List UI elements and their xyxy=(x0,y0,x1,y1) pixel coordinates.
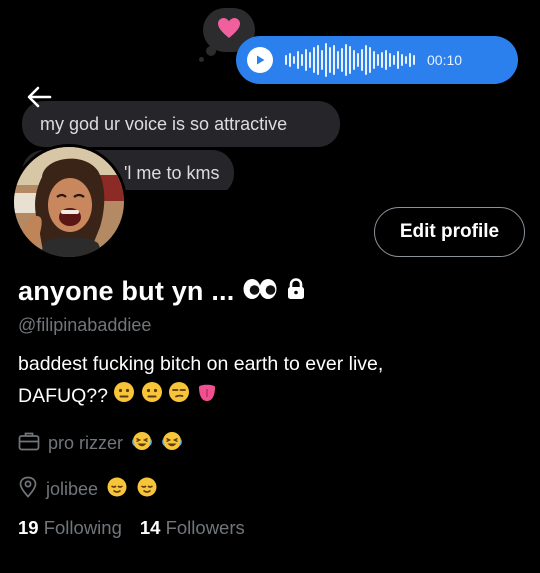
waveform-bar xyxy=(285,55,287,65)
waveform-bar xyxy=(369,47,371,73)
waveform-bar xyxy=(357,53,359,67)
waveform-bar xyxy=(381,52,383,68)
relieved-face-emoji xyxy=(106,476,128,503)
waveform-bar xyxy=(349,46,351,74)
waveform-bar xyxy=(389,53,391,67)
waveform-bar xyxy=(353,50,355,70)
waveform-bar xyxy=(405,56,407,64)
waveform-bar xyxy=(317,45,319,75)
location-text: jolibee xyxy=(46,479,99,499)
waveform-bar xyxy=(397,51,399,69)
waveform-bar xyxy=(365,45,367,75)
back-button[interactable] xyxy=(22,82,56,116)
waveform-bar xyxy=(313,47,315,73)
heart-icon xyxy=(217,17,241,44)
waveform-bar xyxy=(293,56,295,64)
profession-row: pro rizzer xyxy=(18,430,183,457)
voice-waveform xyxy=(285,40,415,80)
neutral-face-emoji xyxy=(113,381,135,413)
waveform-bar xyxy=(345,44,347,76)
waveform-bar xyxy=(377,54,379,66)
following-link[interactable]: 19 Following xyxy=(18,517,122,539)
voice-duration: 00:10 xyxy=(427,52,463,68)
waveform-bar xyxy=(301,54,303,66)
unamused-face-emoji xyxy=(168,381,190,413)
bio-text: DAFUQ?? xyxy=(18,385,108,407)
waveform-bar xyxy=(409,53,411,67)
edit-profile-button[interactable]: Edit profile xyxy=(374,207,525,257)
followers-count: 14 xyxy=(139,517,161,538)
waveform-bar xyxy=(413,55,415,65)
tongue-emoji xyxy=(196,381,218,413)
play-icon[interactable] xyxy=(247,47,273,73)
username-handle: @filipinabaddiee xyxy=(18,315,152,335)
laughing-crying-emoji xyxy=(161,430,183,457)
waveform-bar xyxy=(385,50,387,70)
waveform-bar xyxy=(325,43,327,77)
waveform-bar xyxy=(297,51,299,69)
voice-message[interactable]: 00:10 xyxy=(236,36,518,84)
followers-label: Followers xyxy=(165,517,245,538)
waveform-bar xyxy=(305,49,307,71)
display-name: anyone but yn ... xyxy=(18,276,235,306)
eyes-emoji xyxy=(242,278,278,305)
waveform-bar xyxy=(329,47,331,73)
waveform-bar xyxy=(361,49,363,71)
waveform-bar xyxy=(341,48,343,72)
location-row: jolibee xyxy=(18,476,158,503)
back-arrow-icon xyxy=(26,85,52,114)
waveform-bar xyxy=(309,52,311,68)
profile-bio: baddest fucking bitch on earth to ever l… xyxy=(18,348,518,413)
waveform-bar xyxy=(321,50,323,70)
chat-message: my god ur voice is so attractive xyxy=(22,101,340,147)
neutral-face-emoji xyxy=(141,381,163,413)
profession-text: pro rizzer xyxy=(48,433,124,453)
bio-line: baddest fucking bitch on earth to ever l… xyxy=(18,353,384,375)
laughing-crying-emoji xyxy=(131,430,153,457)
waveform-bar xyxy=(333,45,335,75)
follow-stats: 19 Following 14 Followers xyxy=(18,517,245,539)
following-count: 19 xyxy=(18,517,39,538)
relieved-face-emoji xyxy=(136,476,158,503)
reaction-bubble-dot xyxy=(199,57,204,62)
briefcase-icon xyxy=(18,431,40,456)
bio-line-2: DAFUQ?? xyxy=(18,380,518,413)
waveform-bar xyxy=(337,51,339,69)
lock-icon xyxy=(286,278,306,305)
avatar[interactable] xyxy=(11,144,127,260)
waveform-bar xyxy=(393,55,395,65)
waveform-bar xyxy=(373,51,375,69)
waveform-bar xyxy=(401,54,403,66)
location-pin-icon xyxy=(18,476,38,503)
name-row: anyone but yn ... xyxy=(18,276,306,307)
following-label: Following xyxy=(43,517,122,538)
followers-link[interactable]: 14 Followers xyxy=(140,517,245,539)
waveform-bar xyxy=(289,53,291,67)
